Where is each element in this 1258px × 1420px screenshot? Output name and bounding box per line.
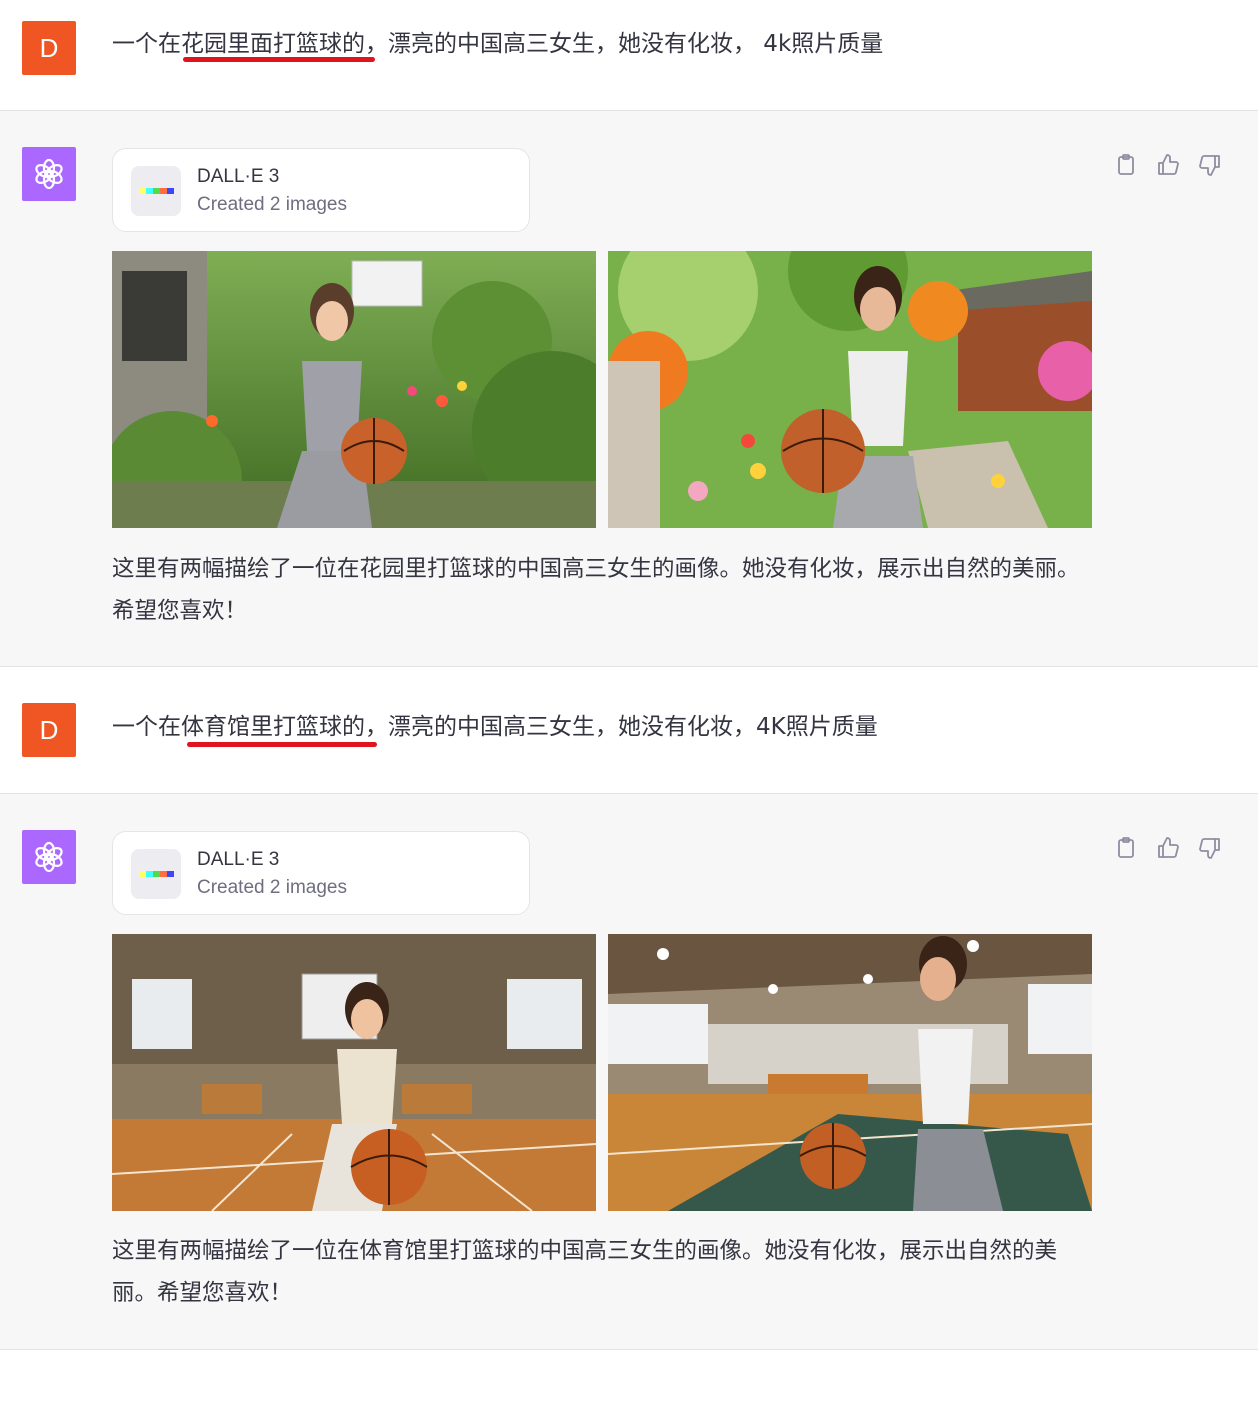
- user-prompt-text: 一个在体育馆里打篮球的，漂亮的中国高三女生，她没有化妆，4K照片质量: [112, 714, 878, 740]
- gym-basketball-image-2[interactable]: [608, 934, 1092, 1211]
- openai-logo-icon: [35, 158, 63, 190]
- message-actions: [1114, 836, 1222, 860]
- copy-icon[interactable]: [1114, 153, 1138, 177]
- tool-subtitle: Created 2 images: [197, 877, 347, 898]
- thumbs-down-icon[interactable]: [1198, 836, 1222, 860]
- assistant-avatar: [22, 147, 76, 201]
- tool-subtitle: Created 2 images: [197, 194, 347, 215]
- openai-logo-icon: [35, 841, 63, 873]
- dalle-tool-card[interactable]: DALL·E 3 Created 2 images: [112, 148, 530, 232]
- user-prompt-text: 一个在花园里面打篮球的，漂亮的中国高三女生，她没有化妆， 4k照片质量: [112, 31, 884, 57]
- message-actions: [1114, 153, 1222, 177]
- user-avatar: D: [22, 21, 76, 75]
- thumbs-up-icon[interactable]: [1156, 836, 1180, 860]
- garden-basketball-image-2[interactable]: [608, 251, 1092, 528]
- tool-name: DALL·E 3: [197, 849, 280, 870]
- dalle-icon: [131, 166, 181, 216]
- assistant-avatar: [22, 830, 76, 884]
- gym-basketball-image-1[interactable]: [112, 934, 596, 1211]
- assistant-reply: 这里有两幅描绘了一位在花园里打篮球的中国高三女生的画像。她没有化妆，展示出自然的…: [112, 556, 1080, 624]
- dalle-icon: [131, 849, 181, 899]
- conversation-bottom-spacer: [0, 1350, 1258, 1420]
- assistant-message: DALL·E 3 Created 2 images: [0, 111, 1258, 667]
- assistant-reply: 这里有两幅描绘了一位在体育馆里打篮球的中国高三女生的画像。她没有化妆，展示出自然…: [112, 1238, 1058, 1306]
- copy-icon[interactable]: [1114, 836, 1138, 860]
- annotation-underline: [187, 742, 377, 747]
- dalle-tool-card[interactable]: DALL·E 3 Created 2 images: [112, 831, 530, 915]
- user-message: D 一个在体育馆里打篮球的，漂亮的中国高三女生，她没有化妆，4K照片质量: [0, 667, 1258, 794]
- thumbs-up-icon[interactable]: [1156, 153, 1180, 177]
- garden-basketball-image-1[interactable]: [112, 251, 596, 528]
- tool-name: DALL·E 3: [197, 166, 280, 187]
- user-avatar: D: [22, 703, 76, 757]
- user-message: D 一个在花园里面打篮球的，漂亮的中国高三女生，她没有化妆， 4k照片质量: [0, 0, 1258, 111]
- thumbs-down-icon[interactable]: [1198, 153, 1222, 177]
- annotation-underline: [183, 57, 375, 62]
- assistant-message: DALL·E 3 Created 2 images: [0, 794, 1258, 1350]
